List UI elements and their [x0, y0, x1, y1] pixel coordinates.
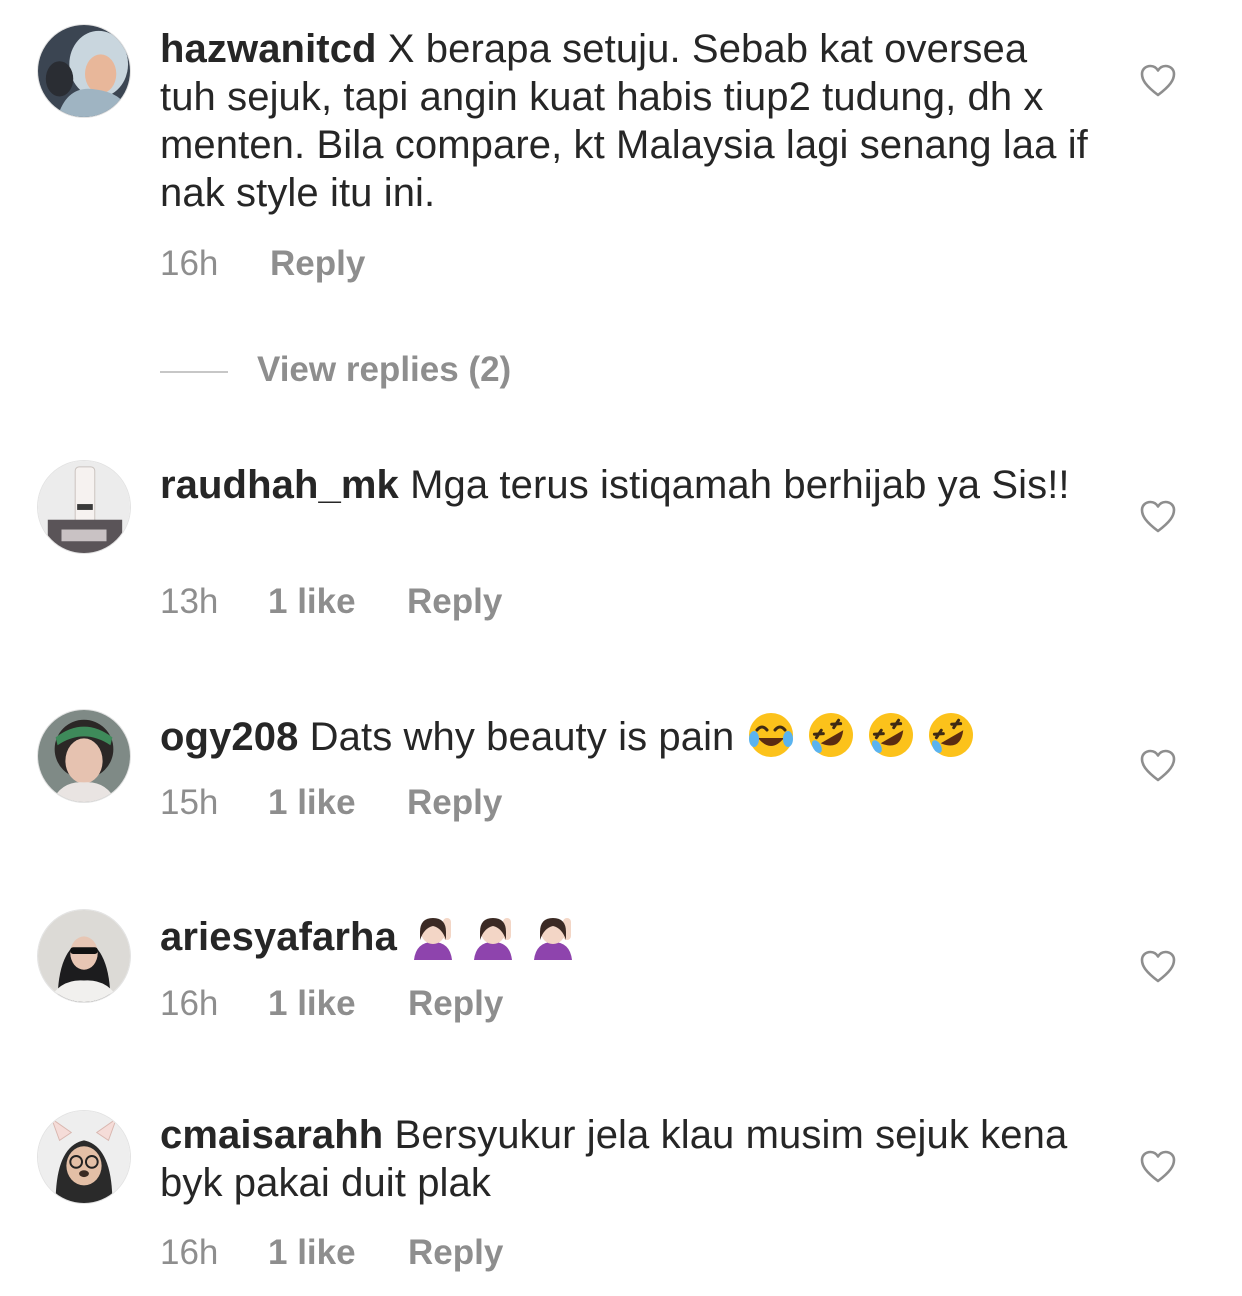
view-replies-label: View replies (2) [257, 350, 512, 389]
face-with-tears-of-joy-icon [746, 710, 796, 760]
comment-text: ariesyafarha [160, 910, 1090, 961]
comment-text: ogy208 Dats why beauty is pain [160, 710, 1090, 761]
avatar[interactable] [37, 460, 131, 554]
comment-message: Mga terus istiqamah berhijab ya Sis!! [398, 463, 1070, 507]
reply-button[interactable]: Reply [408, 1233, 503, 1273]
username-link[interactable]: cmaisarahh [160, 1113, 383, 1157]
likes-count[interactable]: 1 like [268, 783, 356, 823]
username-link[interactable]: ariesyafarha [160, 915, 397, 959]
person-raising-hand-icon [468, 910, 518, 960]
comment-text: hazwanitcd X berapa setuju. Sebab kat ov… [160, 25, 1090, 217]
timestamp: 16h [160, 244, 219, 283]
comment-message: Dats why beauty is pain [298, 715, 746, 759]
comment-body: hazwanitcd X berapa setuju. Sebab kat ov… [160, 25, 1090, 217]
comment-body: raudhah_mk Mga terus istiqamah berhijab … [160, 461, 1090, 509]
avatar[interactable] [37, 709, 131, 803]
reply-button[interactable]: Reply [407, 783, 502, 823]
timestamp: 16h [160, 984, 219, 1023]
person-raising-hand-icon [528, 910, 578, 960]
comment-text: raudhah_mk Mga terus istiqamah berhijab … [160, 461, 1090, 509]
timestamp: 13h [160, 582, 219, 621]
username-link[interactable]: ogy208 [160, 715, 298, 759]
like-heart-icon[interactable] [1140, 64, 1176, 98]
comment-body: ogy208 Dats why beauty is pain [160, 710, 1090, 761]
comment-message [397, 915, 408, 959]
rolling-on-the-floor-laughing-icon [866, 710, 916, 760]
avatar[interactable] [37, 909, 131, 1003]
divider-line [160, 371, 228, 373]
comment-body: cmaisarahh Bersyukur jela klau musim sej… [160, 1111, 1090, 1207]
comment-body: ariesyafarha [160, 910, 1090, 961]
timestamp: 16h [160, 1233, 219, 1272]
reply-button[interactable]: Reply [407, 582, 502, 622]
avatar[interactable] [37, 24, 131, 118]
likes-count[interactable]: 1 like [268, 1233, 356, 1273]
comments-list: hazwanitcd X berapa setuju. Sebab kat ov… [0, 0, 1242, 1296]
username-link[interactable]: hazwanitcd [160, 27, 377, 71]
like-heart-icon[interactable] [1140, 749, 1176, 783]
likes-count[interactable]: 1 like [268, 582, 356, 622]
rolling-on-the-floor-laughing-icon [926, 710, 976, 760]
like-heart-icon[interactable] [1140, 500, 1176, 534]
comment-text: cmaisarahh Bersyukur jela klau musim sej… [160, 1111, 1090, 1207]
username-link[interactable]: raudhah_mk [160, 463, 399, 507]
like-heart-icon[interactable] [1140, 950, 1176, 984]
likes-count[interactable]: 1 like [268, 984, 356, 1024]
avatar[interactable] [37, 1110, 131, 1204]
person-raising-hand-icon [408, 910, 458, 960]
like-heart-icon[interactable] [1140, 1150, 1176, 1184]
reply-button[interactable]: Reply [408, 984, 503, 1024]
timestamp: 15h [160, 783, 219, 822]
rolling-on-the-floor-laughing-icon [806, 710, 856, 760]
reply-button[interactable]: Reply [270, 244, 365, 284]
